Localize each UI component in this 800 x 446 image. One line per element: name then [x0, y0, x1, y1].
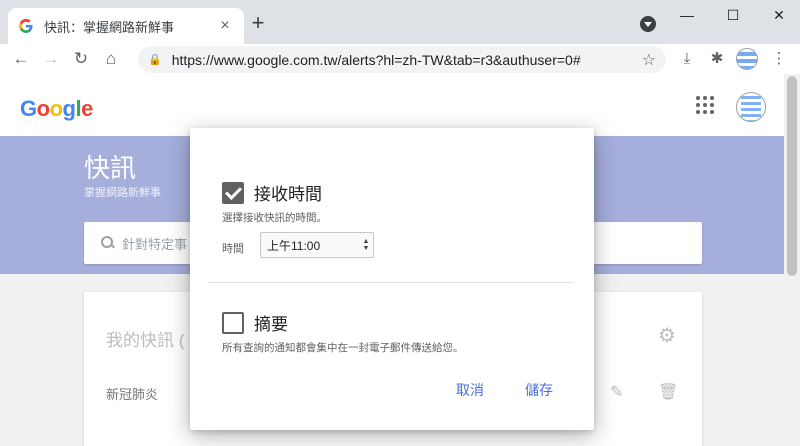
forward-button[interactable]: → — [40, 48, 62, 70]
time-label: 時間 — [222, 243, 244, 255]
logo-letter: o — [49, 96, 63, 121]
alert-item-label[interactable]: 新冠肺炎 — [106, 384, 158, 403]
browser-tabstrip: 快訊：掌握網路新鮮事 × + — ☐ ✕ — [0, 0, 800, 44]
google-favicon-icon — [19, 19, 33, 33]
extensions-icon[interactable]: ✱ — [706, 48, 728, 70]
page-scrollbar[interactable] — [784, 74, 800, 446]
address-bar[interactable]: 🔒 https://www.google.com.tw/alerts?hl=zh… — [138, 46, 666, 73]
save-button[interactable]: 儲存 — [525, 380, 553, 400]
chrome-profile-icon[interactable] — [640, 16, 656, 32]
logo-letter: e — [81, 96, 93, 121]
url-text[interactable]: https://www.google.com.tw/alerts?hl=zh-T… — [172, 52, 642, 68]
digest-label: 摘要 — [254, 315, 288, 334]
minimize-button[interactable]: — — [672, 6, 702, 24]
pencil-icon[interactable]: ✎ — [610, 382, 623, 402]
receive-time-checkbox[interactable] — [222, 181, 244, 204]
digest-checkbox[interactable] — [222, 311, 244, 334]
tab-close-icon[interactable]: × — [216, 17, 234, 35]
logo-letter: g — [62, 96, 76, 121]
lock-icon: 🔒 — [148, 54, 162, 66]
logo-letter: G — [20, 96, 37, 121]
time-select[interactable]: 上午11:00 ▲ ▼ — [260, 232, 374, 258]
close-window-button[interactable]: ✕ — [764, 6, 794, 24]
maximize-button[interactable]: ☐ — [718, 6, 748, 24]
new-tab-button[interactable]: + — [248, 12, 268, 34]
dialog-divider — [208, 282, 574, 283]
chrome-menu-icon[interactable]: ⋮ — [768, 48, 790, 70]
time-select-value: 上午11:00 — [267, 238, 321, 253]
trash-icon[interactable]: 🗑 — [658, 382, 678, 402]
page-subtitle: 掌握網路新鮮事 — [84, 187, 161, 199]
digest-description: 所有查詢的通知都會集中在一封電子郵件傳送給您。 — [222, 342, 464, 354]
cancel-button[interactable]: 取消 — [456, 380, 484, 400]
digest-option[interactable]: 摘要 — [222, 310, 288, 335]
receive-time-label: 接收時間 — [254, 185, 322, 204]
search-icon — [100, 235, 116, 251]
google-apps-icon[interactable] — [696, 96, 714, 114]
google-logo[interactable]: Google — [20, 96, 93, 122]
app-header: Google — [0, 74, 784, 136]
gear-icon[interactable]: ⚙ — [658, 326, 676, 346]
logo-letter: o — [36, 96, 50, 121]
browser-toolbar: ← → ↻ ⌂ 🔒 https://www.google.com.tw/aler… — [0, 44, 800, 74]
browser-avatar[interactable] — [736, 48, 758, 70]
home-button[interactable]: ⌂ — [100, 48, 122, 70]
receive-time-option[interactable]: 接收時間 — [222, 180, 322, 205]
select-arrows-icon: ▲ ▼ — [362, 238, 370, 252]
search-placeholder: 針對特定事 — [122, 236, 188, 252]
account-avatar[interactable] — [736, 92, 766, 122]
settings-dialog: 接收時間 選擇接收快訊的時間。 時間 上午11:00 ▲ ▼ 摘要 所有查詢的通知… — [190, 128, 594, 430]
my-alerts-title: 我的快訊 ( — [106, 331, 185, 350]
page-title: 快訊 — [84, 153, 137, 183]
back-button[interactable]: ← — [10, 48, 32, 70]
bookmark-star-icon[interactable]: ☆ — [642, 50, 656, 70]
receive-time-description: 選擇接收快訊的時間。 — [222, 212, 327, 224]
browser-tab[interactable]: 快訊：掌握網路新鮮事 × — [8, 8, 244, 44]
tab-title: 快訊：掌握網路新鮮事 — [44, 19, 175, 35]
download-icon[interactable]: ⤓ — [676, 48, 698, 70]
reload-button[interactable]: ↻ — [70, 48, 92, 70]
